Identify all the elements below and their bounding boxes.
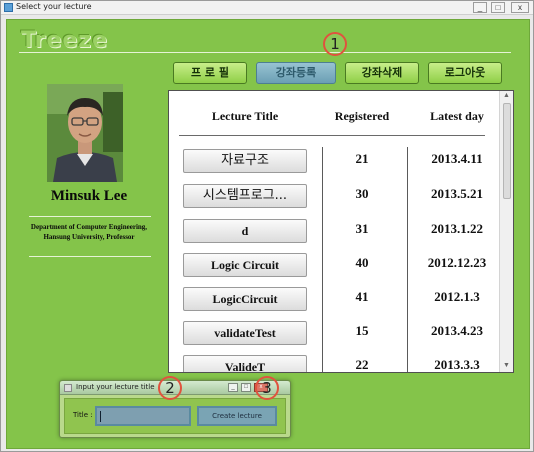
latest-day: 2013.1.22 xyxy=(431,221,483,236)
profile-photo xyxy=(47,84,123,182)
lecture-button[interactable]: ValideT xyxy=(183,355,307,372)
lecture-title-input[interactable] xyxy=(95,406,191,426)
logout-button[interactable]: 로그아웃 xyxy=(428,62,502,84)
maximize-icon[interactable]: □ xyxy=(491,2,505,13)
registered-count: 22 xyxy=(355,357,369,372)
profile-divider-bottom xyxy=(29,256,151,257)
window-title: Select your lecture xyxy=(16,2,92,11)
lecture-table: Lecture Title Registered Latest day 자료구조… xyxy=(168,90,514,373)
lecture-button[interactable]: LogicCircuit xyxy=(183,287,307,311)
table-row: d 31 2013.1.22 xyxy=(169,219,499,243)
latest-day: 2013.4.11 xyxy=(431,151,483,166)
profile-department: Department of Computer Engineering, Hans… xyxy=(11,222,167,242)
column-header-latest: Latest day xyxy=(430,109,484,123)
scroll-down-icon[interactable]: ▼ xyxy=(503,362,510,369)
registered-count: 21 xyxy=(355,151,369,166)
scroll-thumb[interactable] xyxy=(503,103,511,199)
java-app-icon xyxy=(64,384,72,392)
registered-count: 15 xyxy=(355,323,369,338)
register-lecture-button[interactable]: 강좌등록 xyxy=(256,62,336,84)
main-window: Select your lecture _ □ x Treeze 프 로 필 강… xyxy=(0,0,534,452)
close-icon[interactable]: x xyxy=(511,2,529,13)
callout-marker-2: 2 xyxy=(158,376,182,400)
latest-day: 2013.5.21 xyxy=(431,186,483,201)
latest-day: 2013.4.23 xyxy=(431,323,483,338)
profile-divider-top xyxy=(29,216,151,217)
callout-marker-3: 3 xyxy=(255,376,279,400)
department-line-2: Hansung University, Professor xyxy=(43,233,135,241)
column-header-title: Lecture Title xyxy=(211,109,279,123)
table-row: LogicCircuit 41 2012.1.3 xyxy=(169,287,499,311)
registered-count: 30 xyxy=(355,186,369,201)
dialog-minimize-icon[interactable]: _ xyxy=(228,383,238,392)
profile-name: Minsuk Lee xyxy=(50,188,128,204)
minimize-icon[interactable]: _ xyxy=(473,2,487,13)
callout-marker-1: 1 xyxy=(323,32,347,56)
dialog-maximize-icon[interactable]: □ xyxy=(241,383,251,392)
latest-day: 2012.12.23 xyxy=(427,255,487,270)
lecture-button[interactable]: validateTest xyxy=(183,321,307,345)
table-scrollbar[interactable]: ▲ ▼ xyxy=(499,91,513,372)
department-line-1: Department of Computer Engineering, xyxy=(30,223,148,231)
lecture-button[interactable]: Logic Circuit xyxy=(183,253,307,277)
registered-count: 31 xyxy=(355,221,369,236)
header-divider xyxy=(179,135,485,136)
dialog-body: Title : Create lecture xyxy=(64,398,286,434)
latest-day: 2013.3.3 xyxy=(434,357,480,372)
latest-day: 2012.1.3 xyxy=(434,289,480,304)
brand-logo: Treeze xyxy=(21,28,109,53)
table-row: validateTest 15 2013.4.23 xyxy=(169,321,499,345)
table-row: ValideT 22 2013.3.3 xyxy=(169,355,499,372)
dialog-title: Input your lecture title xyxy=(76,383,155,391)
table-row: 시스템프로그... 30 2013.5.21 xyxy=(169,184,499,208)
scroll-up-icon[interactable]: ▲ xyxy=(503,92,510,99)
profile-button[interactable]: 프 로 필 xyxy=(173,62,247,84)
title-field-label: Title : xyxy=(73,411,93,419)
table-row: 자료구조 21 2013.4.11 xyxy=(169,149,499,173)
brand-divider xyxy=(19,52,511,53)
delete-lecture-button[interactable]: 강좌삭제 xyxy=(345,62,419,84)
text-caret xyxy=(100,411,101,422)
window-titlebar[interactable]: Select your lecture _ □ x xyxy=(1,1,533,15)
lecture-button[interactable]: 시스템프로그... xyxy=(183,184,307,208)
registered-count: 41 xyxy=(355,289,369,304)
lecture-button[interactable]: d xyxy=(183,219,307,243)
lecture-button[interactable]: 자료구조 xyxy=(183,149,307,173)
column-header-registered: Registered xyxy=(334,109,390,123)
create-lecture-button[interactable]: Create lecture xyxy=(197,406,277,426)
registered-count: 40 xyxy=(355,255,369,270)
app-icon xyxy=(4,3,13,12)
table-row: Logic Circuit 40 2012.12.23 xyxy=(169,253,499,277)
